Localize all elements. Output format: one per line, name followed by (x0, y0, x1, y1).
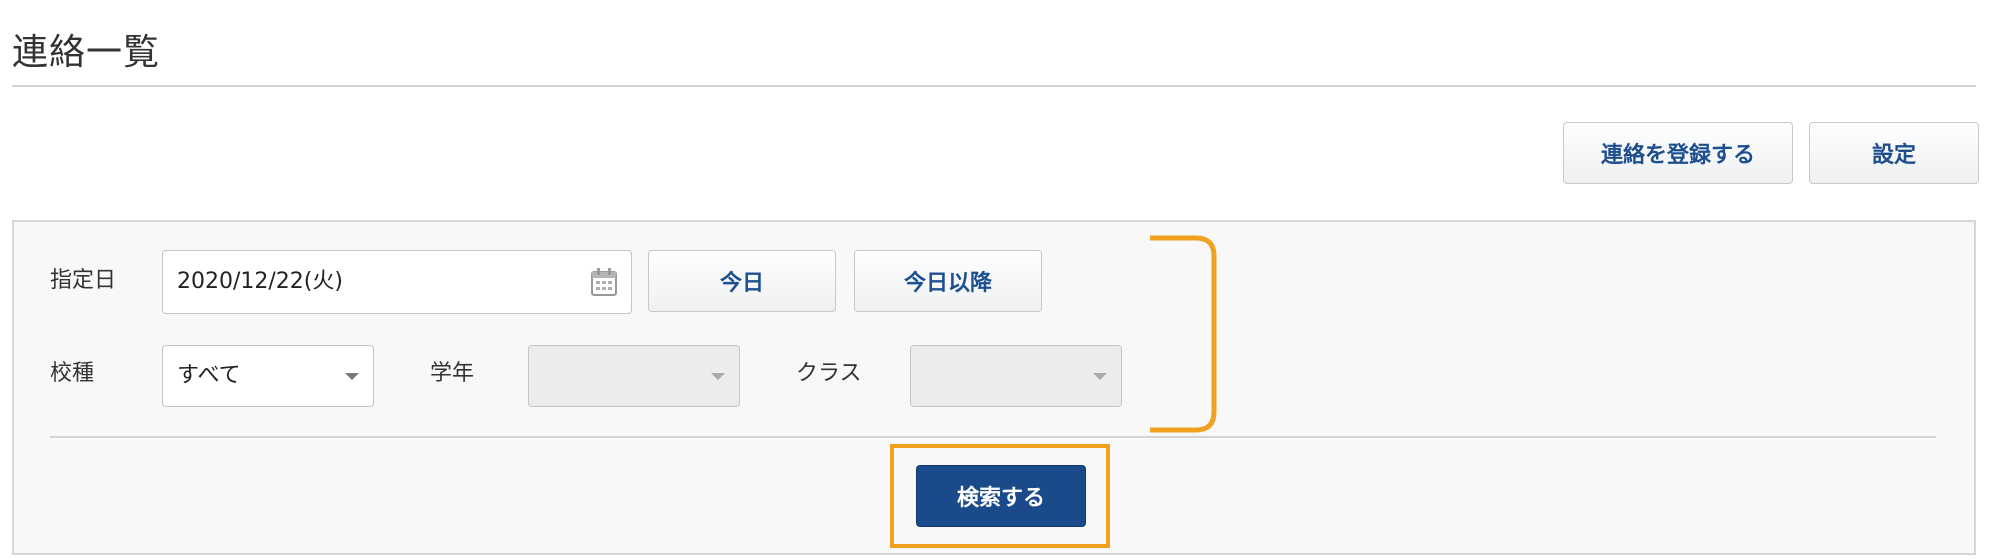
search-button[interactable]: 検索する (916, 465, 1086, 527)
chevron-down-icon (711, 373, 725, 380)
search-filter-panel: 指定日 2020/12/22(火) 今日 今日以降 校種 すべて 学年 クラス … (12, 220, 1976, 555)
date-input[interactable]: 2020/12/22(火) (162, 250, 632, 314)
school-type-value: すべて (177, 363, 241, 388)
grade-select[interactable] (528, 345, 740, 407)
after-today-button[interactable]: 今日以降 (854, 250, 1042, 312)
panel-divider (50, 436, 1936, 438)
class-select[interactable] (910, 345, 1122, 407)
highlight-bracket (1150, 235, 1217, 433)
class-label: クラス (796, 361, 862, 386)
date-label: 指定日 (50, 268, 117, 293)
page-title: 連絡一覧 (12, 32, 161, 73)
title-divider (12, 85, 1976, 87)
school-type-label: 校種 (50, 361, 95, 386)
settings-button[interactable]: 設定 (1809, 122, 1979, 184)
page: 連絡一覧 連絡を登録する 設定 指定日 2020/12/22(火) 今日 今日以… (0, 0, 2002, 560)
calendar-icon[interactable] (591, 268, 617, 296)
school-type-select[interactable]: すべて (162, 345, 374, 407)
chevron-down-icon (345, 373, 359, 380)
grade-label: 学年 (430, 361, 475, 386)
register-contact-button[interactable]: 連絡を登録する (1563, 122, 1793, 184)
date-value: 2020/12/22(火) (177, 269, 343, 294)
today-button[interactable]: 今日 (648, 250, 836, 312)
chevron-down-icon (1093, 373, 1107, 380)
